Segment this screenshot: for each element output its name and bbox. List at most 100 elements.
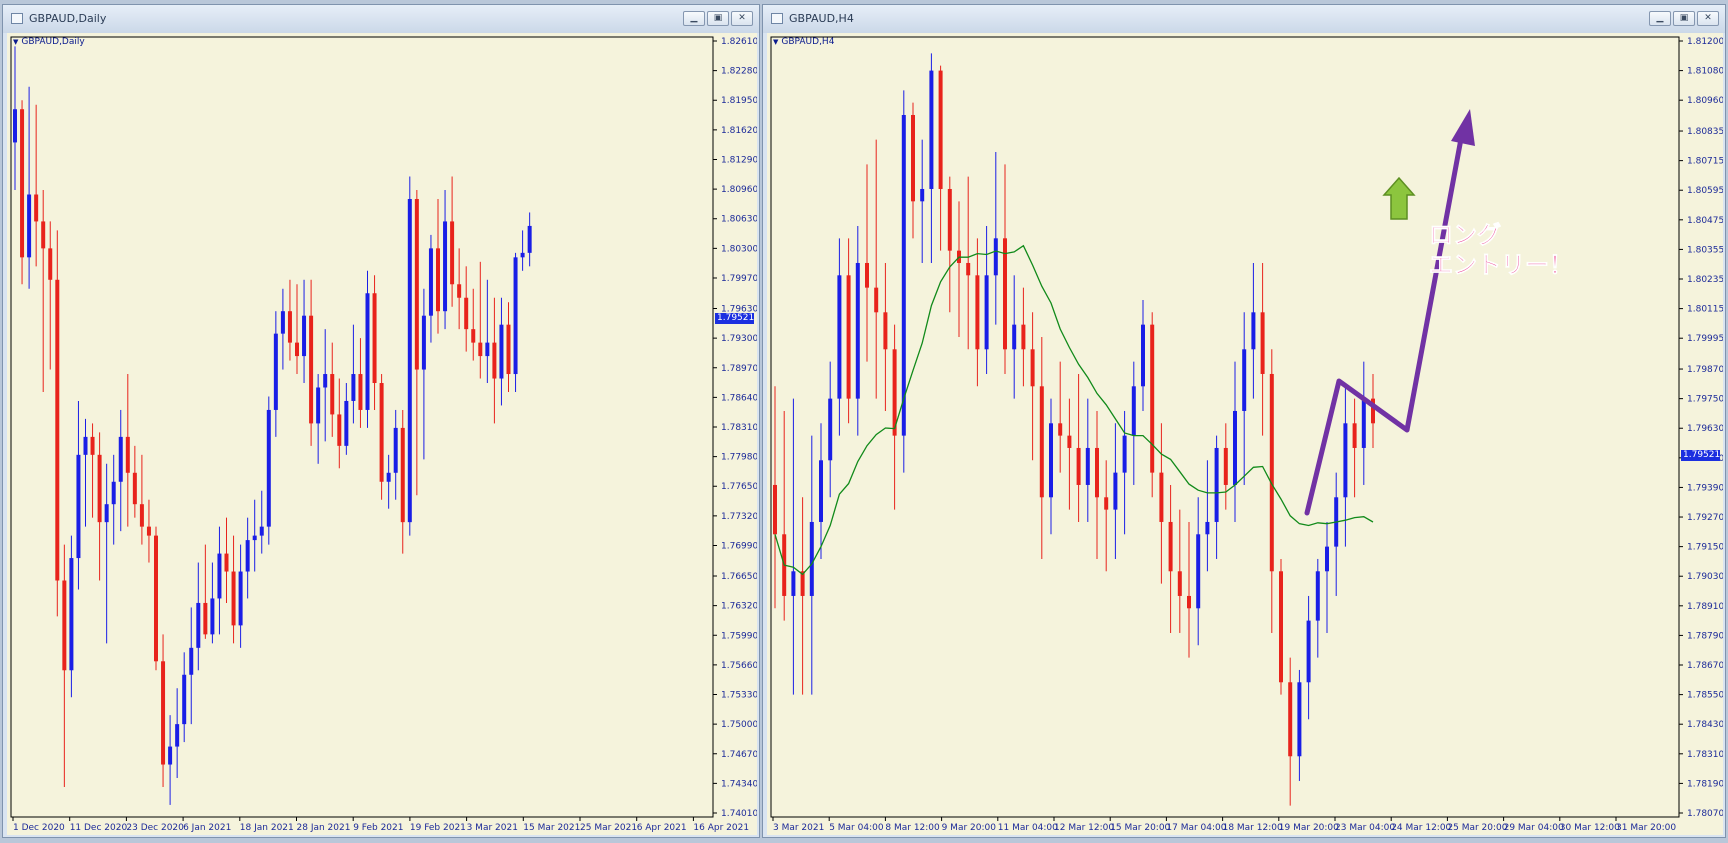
y-tick-label: 1.79150 bbox=[1687, 543, 1723, 553]
x-tick-label: 19 Mar 20:00 bbox=[1279, 823, 1339, 833]
candle-body bbox=[259, 526, 264, 536]
candle-body bbox=[196, 602, 201, 648]
close-button[interactable]: ✕ bbox=[731, 11, 753, 26]
title-bar[interactable]: GBPAUD,Daily ▁ ▣ ✕ bbox=[3, 5, 759, 33]
title-bar[interactable]: GBPAUD,H4 ▁ ▣ ✕ bbox=[763, 5, 1725, 33]
candle-body bbox=[1288, 682, 1293, 757]
candle-body bbox=[231, 571, 236, 626]
x-tick-label: 28 Jan 2021 bbox=[297, 823, 351, 833]
candle-body bbox=[436, 248, 440, 312]
candle-body bbox=[1067, 435, 1072, 448]
candle-body bbox=[478, 342, 483, 357]
y-tick-label: 1.74010 bbox=[721, 809, 757, 819]
candle-body bbox=[27, 194, 32, 258]
candle-body bbox=[323, 374, 328, 388]
candle-body bbox=[139, 504, 144, 527]
restore-button[interactable]: ▣ bbox=[1673, 11, 1695, 26]
candle-body bbox=[513, 257, 518, 375]
candle-body bbox=[210, 598, 215, 635]
candle-body bbox=[295, 342, 299, 357]
y-tick-label: 1.79630 bbox=[1687, 424, 1723, 434]
y-tick-label: 1.75330 bbox=[721, 691, 757, 701]
chart-window-icon bbox=[771, 13, 783, 24]
y-tick-label: 1.78640 bbox=[721, 393, 757, 403]
y-tick-label: 1.78910 bbox=[1687, 602, 1723, 612]
candle-body bbox=[1085, 447, 1090, 485]
minimize-button[interactable]: ▁ bbox=[1649, 11, 1671, 26]
candle-body bbox=[901, 114, 906, 436]
window-title: GBPAUD,Daily bbox=[29, 12, 107, 25]
candle-body bbox=[1177, 571, 1182, 596]
symbol-label: ▼ GBPAUD,Daily bbox=[13, 37, 85, 47]
dropdown-triangle-icon: ▼ bbox=[13, 38, 19, 46]
x-tick-label: 15 Mar 20:00 bbox=[1110, 823, 1170, 833]
candle-body bbox=[104, 504, 109, 523]
y-tick-label: 1.82280 bbox=[721, 67, 757, 77]
candle-body bbox=[168, 746, 173, 765]
candle-body bbox=[316, 387, 321, 424]
candle-body bbox=[386, 472, 391, 482]
candle-body bbox=[975, 275, 980, 350]
chart-window-icon bbox=[11, 13, 23, 24]
chart-window-daily[interactable]: GBPAUD,Daily ▁ ▣ ✕ 1.82610 1.82280 1.81950… bbox=[2, 4, 760, 838]
candle-body bbox=[41, 221, 46, 249]
candle-body bbox=[97, 454, 102, 523]
y-tick-label: 1.78790 bbox=[1687, 631, 1723, 641]
x-tick-label: 9 Mar 20:00 bbox=[942, 823, 997, 833]
candle-body bbox=[182, 674, 187, 725]
candle-body bbox=[111, 481, 116, 505]
candle-body bbox=[450, 221, 455, 285]
chart-window-h4[interactable]: GBPAUD,H4 ▁ ▣ ✕ 1.81200 1.81080 1.80960 1.8… bbox=[762, 4, 1726, 838]
close-button[interactable]: ✕ bbox=[1697, 11, 1719, 26]
chart-area[interactable]: 1.81200 1.81080 1.80960 1.80835 1.80715 1.805… bbox=[767, 33, 1723, 835]
y-tick-label: 1.78670 bbox=[1687, 661, 1723, 671]
candle-body bbox=[506, 324, 511, 375]
minimize-icon: ▁ bbox=[690, 13, 698, 23]
candle-body bbox=[865, 262, 869, 288]
candle-body bbox=[83, 436, 88, 455]
candle-body bbox=[62, 580, 67, 671]
candlestick-chart: 1.81200 1.81080 1.80960 1.80835 1.80715 1.805… bbox=[767, 33, 1723, 835]
candle-body bbox=[224, 553, 229, 572]
y-tick-label: 1.79390 bbox=[1687, 483, 1723, 493]
candle-body bbox=[1021, 324, 1026, 350]
candle-body bbox=[1260, 312, 1265, 374]
y-tick-label: 1.82610 bbox=[721, 37, 757, 47]
candle-body bbox=[266, 409, 271, 527]
candle-body bbox=[1058, 423, 1063, 436]
candle-body bbox=[1325, 546, 1329, 572]
candle-body bbox=[471, 329, 476, 343]
y-tick-label: 1.77980 bbox=[721, 453, 757, 463]
y-tick-label: 1.79270 bbox=[1687, 513, 1723, 523]
restore-button[interactable]: ▣ bbox=[707, 11, 729, 26]
candle-body bbox=[1030, 349, 1035, 387]
candle-body bbox=[1233, 410, 1237, 485]
candle-body bbox=[520, 252, 525, 258]
y-tick-label: 1.80355 bbox=[1687, 245, 1723, 255]
candle-body bbox=[855, 262, 860, 399]
dropdown-triangle-icon: ▼ bbox=[773, 38, 779, 46]
candle-body bbox=[154, 535, 158, 662]
candle-body bbox=[203, 602, 208, 635]
close-icon: ✕ bbox=[1704, 13, 1712, 23]
candle-body bbox=[365, 293, 370, 410]
x-tick-label: 23 Mar 04:00 bbox=[1335, 823, 1395, 833]
candle-body bbox=[125, 436, 130, 473]
chart-area[interactable]: 1.82610 1.82280 1.81950 1.81620 1.81290 1.809… bbox=[7, 33, 757, 835]
candle-body bbox=[1269, 373, 1274, 572]
candle-body bbox=[1159, 472, 1164, 522]
candle-body bbox=[947, 188, 952, 251]
y-tick-label: 1.78550 bbox=[1687, 691, 1723, 701]
window-title: GBPAUD,H4 bbox=[789, 12, 854, 25]
restore-icon: ▣ bbox=[713, 13, 723, 23]
candle-body bbox=[443, 221, 448, 312]
y-tick-label: 1.75000 bbox=[721, 720, 757, 730]
annotation-line-2: エントリー！ bbox=[1429, 251, 1573, 279]
candle-body bbox=[393, 427, 398, 473]
candle-body bbox=[280, 311, 285, 334]
current-price-tag: 1.79521 bbox=[1681, 450, 1721, 462]
x-tick-label: 6 Apr 2021 bbox=[637, 823, 687, 833]
y-tick-label: 1.80115 bbox=[1687, 305, 1723, 315]
minimize-button[interactable]: ▁ bbox=[683, 11, 705, 26]
x-tick-label: 11 Mar 04:00 bbox=[998, 823, 1058, 833]
